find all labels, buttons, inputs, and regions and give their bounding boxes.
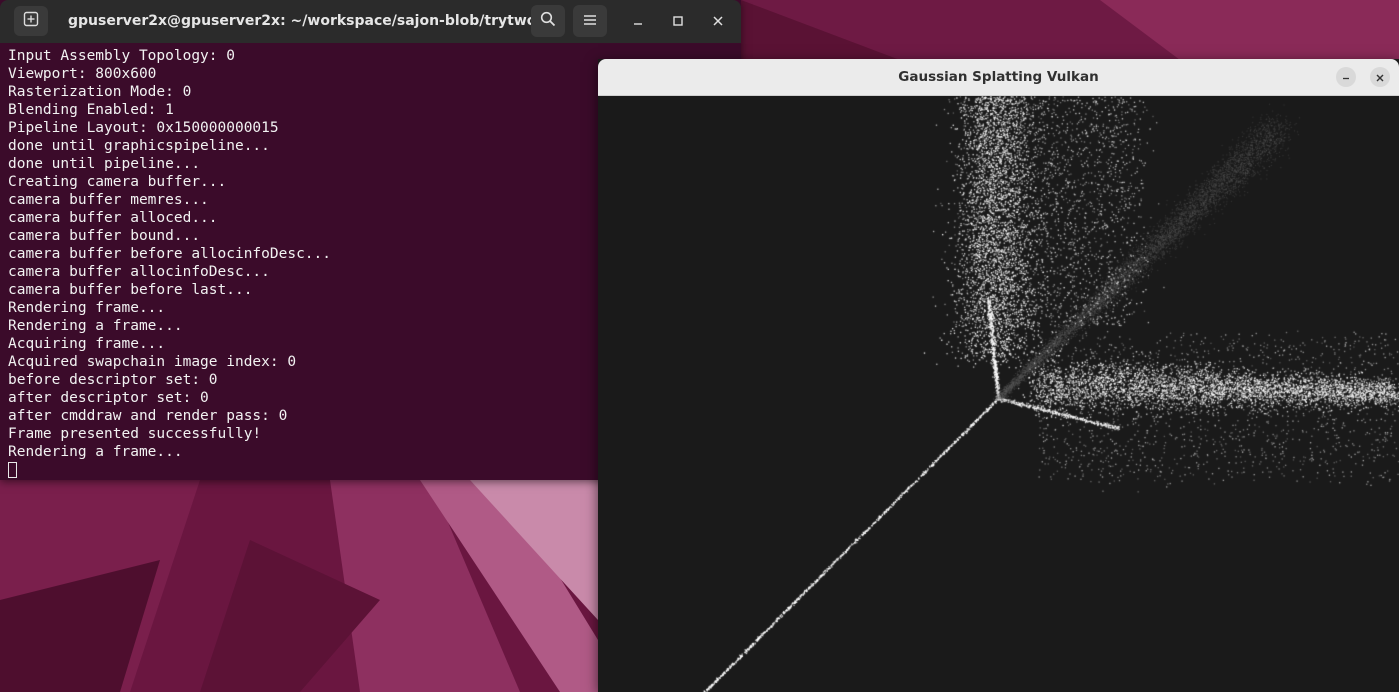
terminal-line: done until graphicspipeline... xyxy=(8,138,270,154)
minimize-icon xyxy=(1341,68,1351,87)
terminal-titlebar[interactable]: gpuserver2x@gpuserver2x: ~/workspace/saj… xyxy=(0,0,741,43)
maximize-icon xyxy=(672,12,684,31)
close-button[interactable] xyxy=(701,5,735,37)
terminal-line: after cmddraw and render pass: 0 xyxy=(8,408,288,424)
terminal-line: camera buffer bound... xyxy=(8,228,201,244)
terminal-line: camera buffer before last... xyxy=(8,282,253,298)
terminal-line: camera buffer memres... xyxy=(8,192,209,208)
terminal-title: gpuserver2x@gpuserver2x: ~/workspace/saj… xyxy=(68,13,558,29)
terminal-line: Rendering a frame... xyxy=(8,318,183,334)
terminal-line: Pipeline Layout: 0x150000000015 xyxy=(8,120,279,136)
terminal-line: after descriptor set: 0 xyxy=(8,390,209,406)
terminal-line: Blending Enabled: 1 xyxy=(8,102,174,118)
vulkan-minimize-button[interactable] xyxy=(1336,67,1356,87)
minimize-button[interactable] xyxy=(621,5,655,37)
vulkan-window[interactable]: Gaussian Splatting Vulkan xyxy=(598,59,1399,692)
terminal-line: Viewport: 800x600 xyxy=(8,66,157,82)
terminal-line: Rendering a frame... xyxy=(8,444,183,460)
vulkan-window-title: Gaussian Splatting Vulkan xyxy=(898,69,1099,85)
search-icon xyxy=(540,11,556,31)
terminal-line: Input Assembly Topology: 0 xyxy=(8,48,235,64)
vulkan-titlebar[interactable]: Gaussian Splatting Vulkan xyxy=(598,59,1399,96)
terminal-line: Rasterization Mode: 0 xyxy=(8,84,192,100)
terminal-line: camera buffer alloced... xyxy=(8,210,218,226)
maximize-button[interactable] xyxy=(661,5,695,37)
terminal-lines: Input Assembly Topology: 0 Viewport: 800x… xyxy=(8,47,331,479)
search-button[interactable] xyxy=(531,5,565,37)
terminal-line: camera buffer allocinfoDesc... xyxy=(8,264,270,280)
terminal-prompt-line xyxy=(8,461,331,479)
terminal-line: before descriptor set: 0 xyxy=(8,372,218,388)
terminal-line: Acquiring frame... xyxy=(8,336,166,352)
close-icon xyxy=(712,12,724,31)
terminal-line: done until pipeline... xyxy=(8,156,201,172)
terminal-cursor xyxy=(8,462,17,478)
new-tab-button[interactable] xyxy=(14,6,48,36)
terminal-line: camera buffer before allocinfoDesc... xyxy=(8,246,332,262)
new-tab-icon xyxy=(23,11,39,31)
close-icon xyxy=(1375,68,1385,87)
minimize-icon xyxy=(632,12,644,31)
terminal-line: Creating camera buffer... xyxy=(8,174,227,190)
hamburger-menu-icon xyxy=(583,12,597,31)
render-viewport[interactable] xyxy=(598,96,1399,692)
terminal-line: Frame presented successfully! xyxy=(8,426,262,442)
terminal-line: Acquired swapchain image index: 0 xyxy=(8,354,297,370)
menu-button[interactable] xyxy=(573,5,607,37)
terminal-line: Rendering frame... xyxy=(8,300,166,316)
vulkan-close-button[interactable] xyxy=(1370,67,1390,87)
